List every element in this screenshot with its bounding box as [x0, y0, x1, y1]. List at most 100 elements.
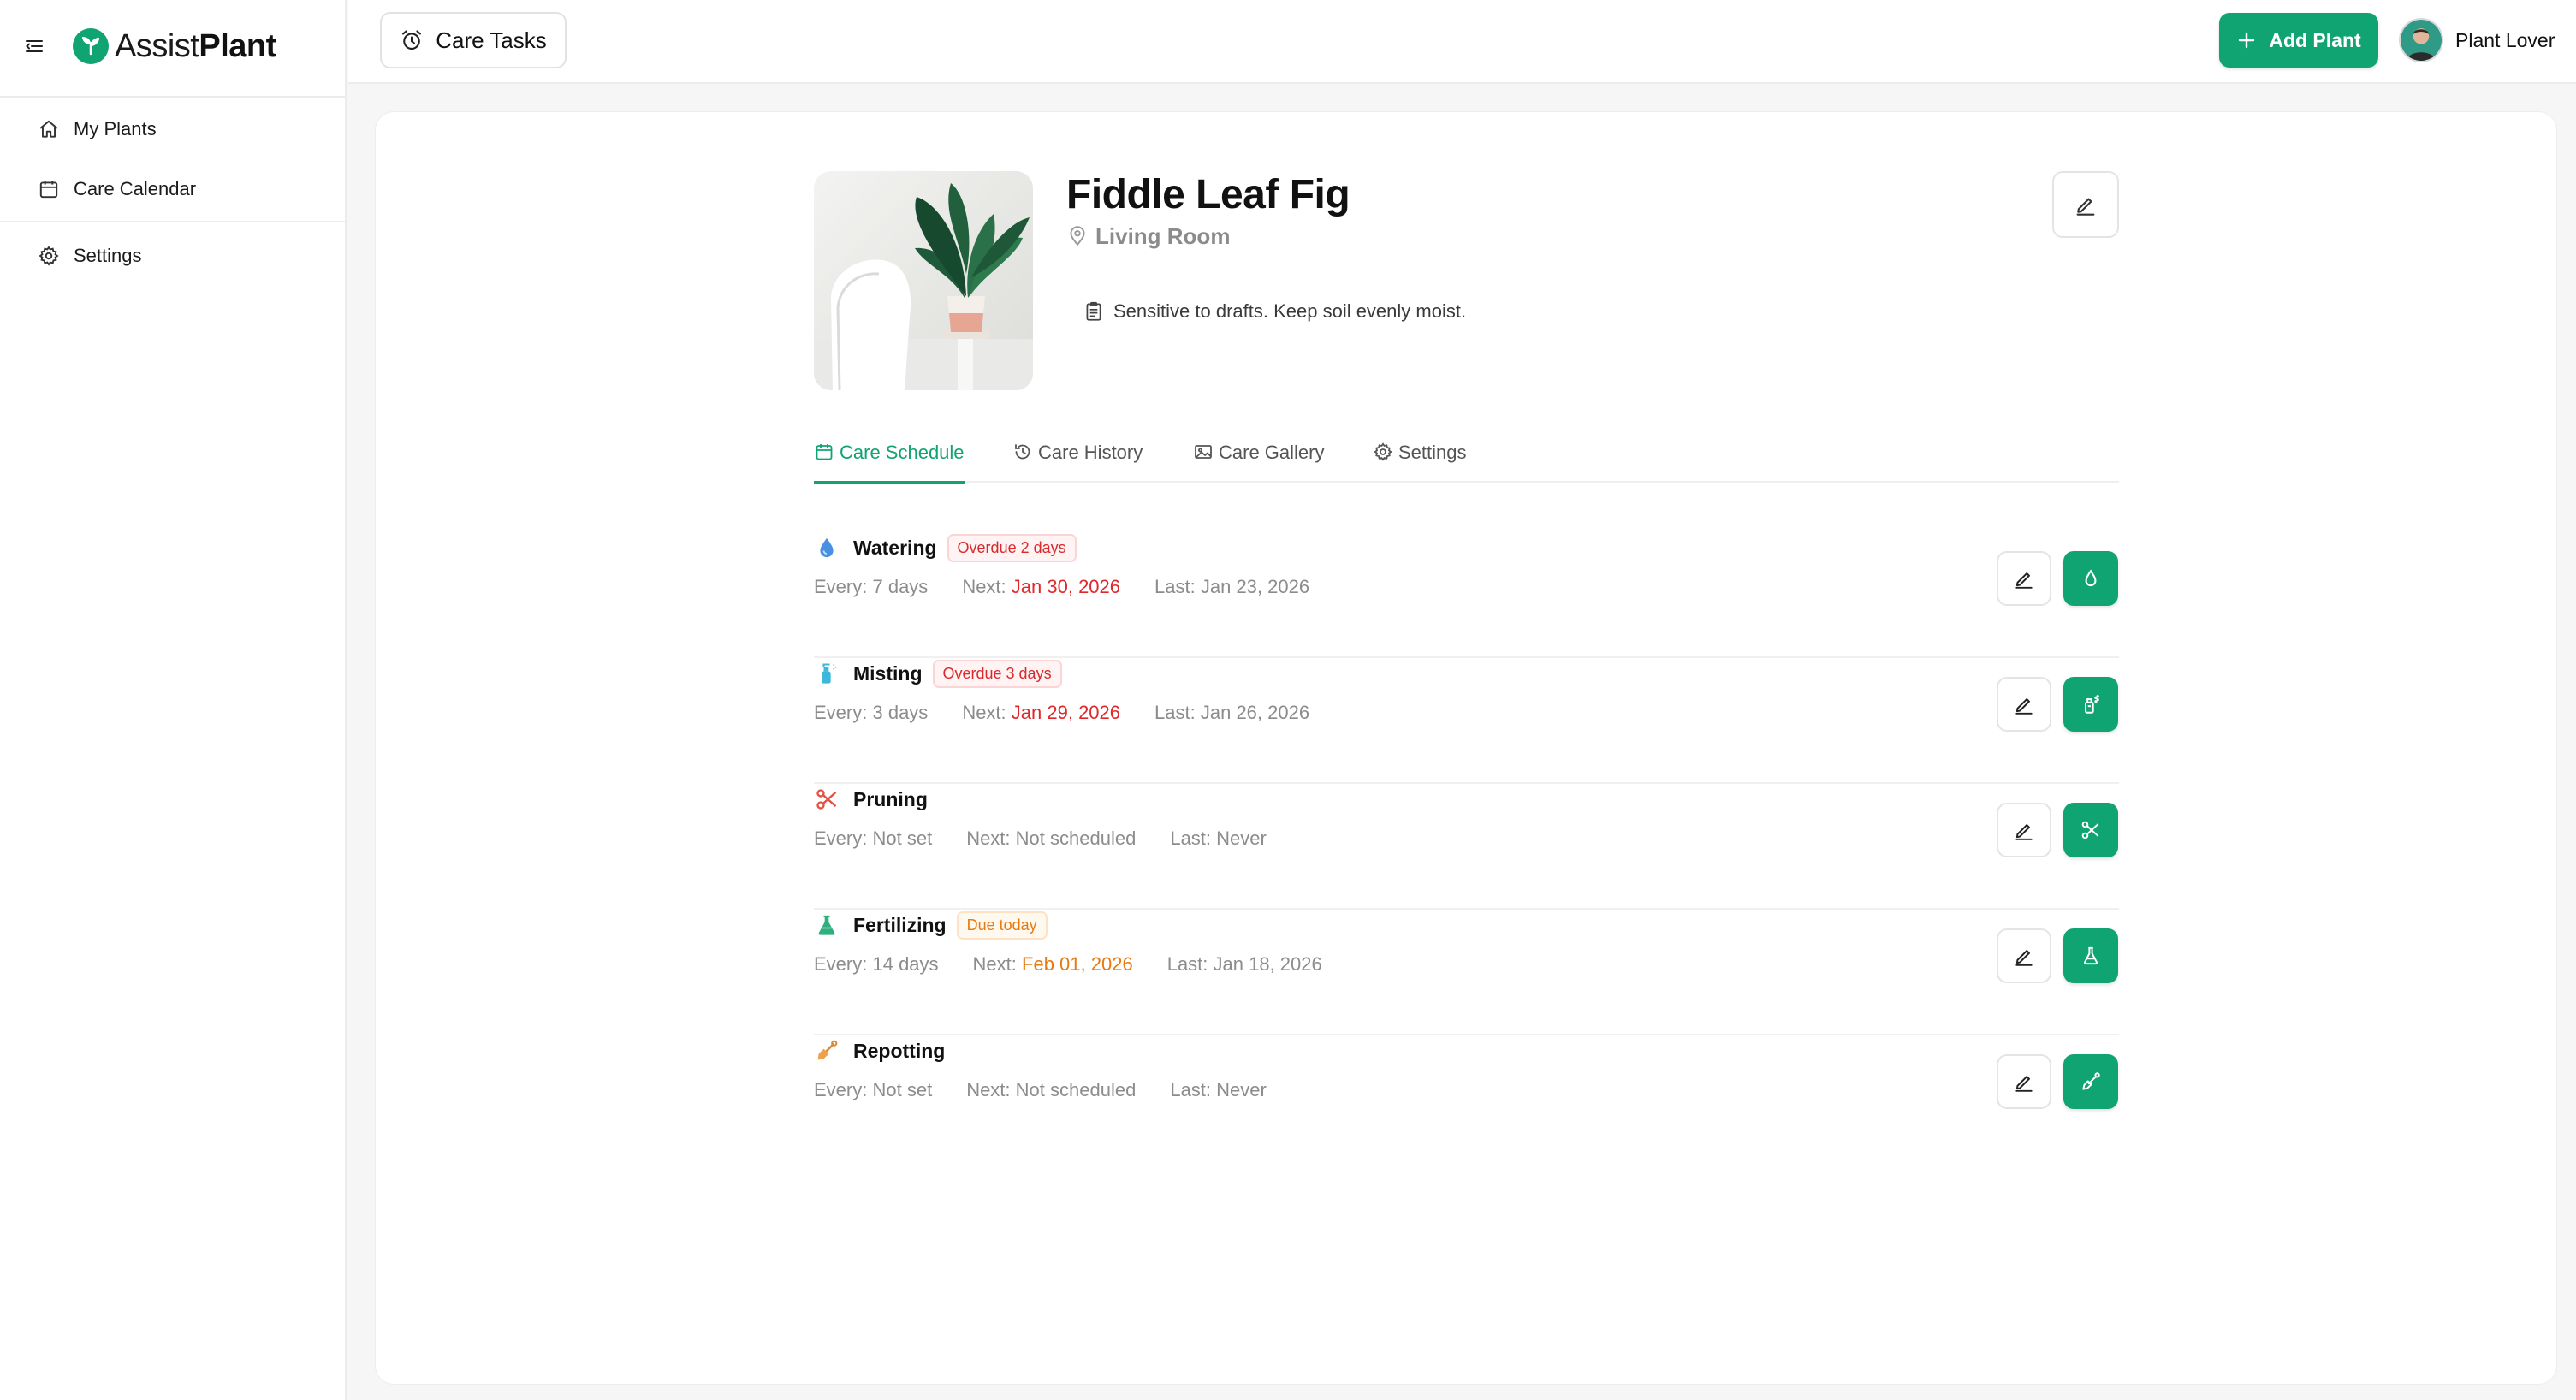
next-label: Next:	[966, 828, 1011, 849]
brand-name-part-1: Assist	[115, 27, 199, 64]
tab-label: Care History	[1038, 442, 1143, 463]
tab-label: Settings	[1398, 442, 1467, 463]
add-plant-button[interactable]: Add Plant	[2219, 13, 2378, 68]
brand: AssistPlant	[22, 24, 276, 68]
water-drop-icon	[814, 535, 840, 561]
every-label: Every:	[814, 953, 868, 975]
next-group: Next: Feb 01, 2026	[973, 953, 1133, 976]
alarm-clock-icon	[402, 30, 422, 50]
last-value: Jan 23, 2026	[1200, 576, 1310, 597]
log-watering-button[interactable]	[2063, 551, 2118, 606]
sidebar-item-label: My Plants	[74, 118, 157, 139]
every-label: Every:	[814, 702, 868, 723]
edit-schedule-button[interactable]	[1997, 928, 2051, 983]
care-tasks-button[interactable]: Care Tasks	[380, 12, 567, 68]
last-value: Jan 18, 2026	[1213, 953, 1322, 975]
sidebar-item-my-plants[interactable]: My Plants	[38, 108, 157, 151]
sidebar-item-label: Care Calendar	[74, 178, 197, 199]
every-group: Every: Not set	[814, 828, 932, 850]
last-group: Last: Never	[1170, 828, 1267, 850]
plant-location: Living Room	[1066, 221, 1230, 252]
next-label: Next:	[972, 953, 1017, 975]
add-plant-label: Add Plant	[2269, 28, 2361, 51]
tab-care-schedule[interactable]: Care Schedule	[814, 438, 965, 484]
every-value: 14 days	[872, 953, 939, 975]
next-value: Jan 30, 2026	[1011, 576, 1121, 597]
schedule-row-fertilizing: Fertilizing Due today Every: 14 days Nex…	[814, 910, 2119, 1035]
location-pin-icon	[1070, 226, 1085, 246]
history-icon	[1015, 444, 1030, 460]
log-fertilizing-button[interactable]	[2063, 928, 2118, 983]
schedule-row-misting: Misting Overdue 3 days Every: 3 days Nex…	[814, 658, 2119, 784]
every-value: 7 days	[872, 576, 929, 597]
every-value: Not set	[872, 1079, 933, 1100]
pencil-icon	[2015, 1076, 2033, 1092]
last-label: Last:	[1170, 828, 1212, 849]
user-menu[interactable]: Plant Lover	[2399, 17, 2555, 63]
edit-schedule-button[interactable]	[1997, 803, 2051, 857]
every-group: Every: Not set	[814, 1079, 932, 1101]
log-misting-button[interactable]	[2063, 677, 2118, 732]
schedule-meta: Every: 7 days Next: Jan 30, 2026 Last: J…	[814, 573, 1344, 601]
next-label: Next:	[966, 1079, 1011, 1100]
menu-collapse-icon[interactable]	[22, 34, 46, 58]
every-label: Every:	[814, 1079, 868, 1100]
pencil-icon	[2076, 198, 2095, 216]
brand-name: AssistPlant	[115, 28, 276, 65]
schedule-row-header: Pruning	[814, 784, 928, 815]
next-group: Next: Jan 29, 2026	[962, 702, 1120, 724]
status-badge: Overdue 2 days	[947, 533, 1077, 562]
sidebar-divider	[0, 96, 347, 98]
last-value: Jan 26, 2026	[1200, 702, 1310, 723]
water-drop-icon	[2085, 569, 2097, 587]
pencil-icon	[2015, 950, 2033, 966]
tab-label: Care Schedule	[840, 442, 965, 463]
scissors-icon	[2081, 821, 2099, 839]
every-group: Every: 7 days	[814, 576, 928, 598]
plant-photo	[814, 171, 1033, 390]
log-pruning-button[interactable]	[2063, 803, 2118, 857]
spray-bottle-icon	[2085, 695, 2099, 714]
last-label: Last:	[1154, 576, 1196, 597]
pencil-icon	[2015, 572, 2033, 589]
tab-care-gallery[interactable]: Care Gallery	[1193, 438, 1324, 483]
last-label: Last:	[1170, 1079, 1212, 1100]
every-group: Every: 14 days	[814, 953, 939, 976]
clipboard-icon	[1086, 301, 1101, 321]
log-repotting-button[interactable]	[2063, 1054, 2118, 1109]
edit-schedule-button[interactable]	[1997, 551, 2051, 606]
pencil-icon	[2015, 698, 2033, 715]
flask-icon	[2083, 946, 2098, 965]
edit-schedule-button[interactable]	[1997, 1054, 2051, 1109]
shovel-icon	[2082, 1072, 2100, 1090]
schedule-meta: Every: 14 days Next: Feb 01, 2026 Last: …	[814, 951, 1356, 978]
schedule-meta: Every: Not set Next: Not scheduled Last:…	[814, 825, 1301, 852]
task-name: Pruning	[853, 787, 928, 810]
task-name: Fertilizing	[853, 913, 947, 936]
next-group: Next: Jan 30, 2026	[962, 576, 1120, 598]
pencil-icon	[2015, 824, 2033, 840]
sidebar-item-settings[interactable]: Settings	[38, 234, 142, 277]
calendar-icon	[39, 181, 58, 199]
gear-icon	[1374, 442, 1392, 461]
next-value: Not scheduled	[1015, 828, 1137, 849]
edit-schedule-button[interactable]	[1997, 677, 2051, 732]
last-group: Last: Jan 18, 2026	[1167, 953, 1322, 976]
tab-care-history[interactable]: Care History	[1012, 438, 1143, 483]
next-label: Next:	[962, 576, 1006, 597]
last-label: Last:	[1166, 953, 1208, 975]
schedule-row-watering: Watering Overdue 2 days Every: 7 days Ne…	[814, 532, 2119, 658]
schedule-row-header: Watering Overdue 2 days	[814, 532, 1077, 563]
sidebar-item-care-calendar[interactable]: Care Calendar	[38, 168, 196, 211]
last-label: Last:	[1154, 702, 1196, 723]
plant-location-label: Living Room	[1095, 222, 1231, 249]
brand-name-part-2: Plant	[199, 27, 276, 64]
image-icon	[1195, 445, 1212, 459]
tab-settings[interactable]: Settings	[1373, 438, 1467, 483]
next-value: Not scheduled	[1015, 1079, 1137, 1100]
plant-name: Fiddle Leaf Fig	[1066, 172, 1350, 217]
task-name: Misting	[853, 661, 923, 685]
edit-plant-button[interactable]	[2052, 171, 2119, 238]
every-value: 3 days	[872, 702, 929, 723]
last-value: Never	[1216, 828, 1267, 849]
